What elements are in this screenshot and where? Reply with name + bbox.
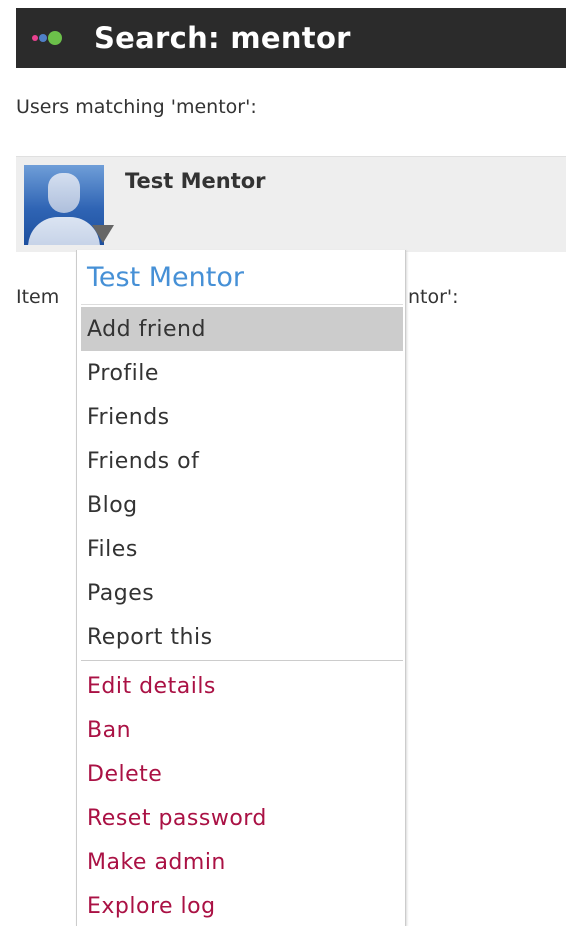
menu-item-make-admin[interactable]: Make admin: [81, 840, 403, 884]
menu-item-profile[interactable]: Profile: [81, 351, 403, 395]
menu-item-reset-password[interactable]: Reset password: [81, 796, 403, 840]
menu-item-edit-details[interactable]: Edit details: [81, 664, 403, 708]
user-result-row: Test Mentor: [16, 156, 566, 252]
admin-divider: [81, 660, 403, 661]
page-header: Search: mentor: [16, 8, 566, 68]
menu-item-ban[interactable]: Ban: [81, 708, 403, 752]
menu-item-add-friend[interactable]: Add friend: [81, 307, 403, 351]
menu-item-delete[interactable]: Delete: [81, 752, 403, 796]
user-hover-menu: Test Mentor Add friend Profile Friends F…: [76, 250, 406, 926]
menu-item-explore-log[interactable]: Explore log: [81, 884, 403, 926]
menu-item-files[interactable]: Files: [81, 527, 403, 571]
menu-divider: [81, 304, 403, 305]
search-page: Search: mentor Users matching 'mentor': …: [0, 0, 566, 926]
page-title: Search: mentor: [94, 21, 351, 55]
items-heading-start: Item: [16, 286, 60, 308]
menu-item-pages[interactable]: Pages: [81, 571, 403, 615]
menu-title[interactable]: Test Mentor: [87, 262, 244, 293]
menu-item-friends[interactable]: Friends: [81, 395, 403, 439]
menu-item-report-this[interactable]: Report this: [81, 615, 403, 659]
avatar-menu-arrow-icon[interactable]: [92, 225, 114, 243]
items-heading-end: ntor':: [408, 286, 459, 308]
user-name-link[interactable]: Test Mentor: [125, 169, 266, 193]
menu-item-blog[interactable]: Blog: [81, 483, 403, 527]
users-heading: Users matching 'mentor':: [16, 96, 257, 118]
menu-item-friends-of[interactable]: Friends of: [81, 439, 403, 483]
logo-icon: [32, 28, 74, 48]
